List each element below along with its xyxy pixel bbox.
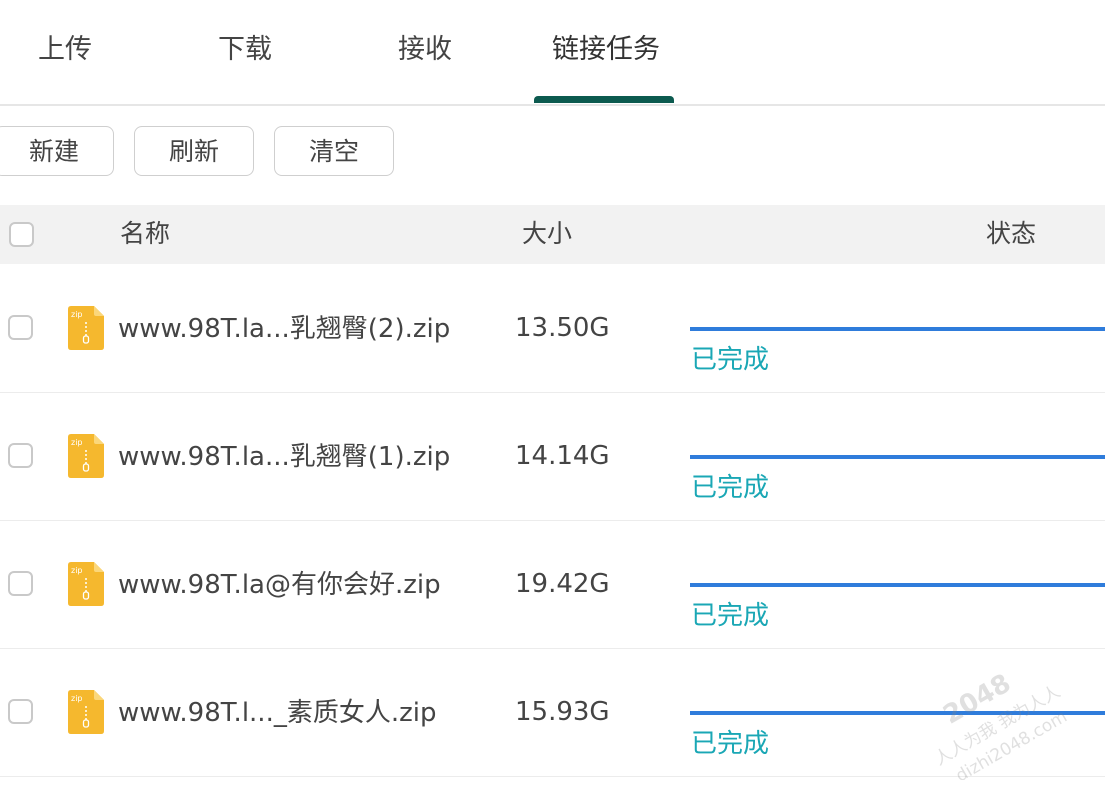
tab-receive[interactable]: 接收: [398, 30, 452, 70]
progress-bar: [690, 455, 1105, 459]
status-text: 已完成: [691, 473, 770, 503]
table-header: 名称 大小 状态: [0, 205, 1105, 264]
row-checkbox[interactable]: [8, 443, 33, 468]
progress-bar: [690, 711, 1105, 715]
column-header-name[interactable]: 名称: [120, 218, 170, 250]
toolbar: 新建 刷新 清空: [0, 126, 1105, 178]
file-name[interactable]: www.98T.la...乳翘臀(2).zip: [118, 312, 450, 346]
table-row[interactable]: zip www.98T.la...乳翘臀(2).zip 13.50G 已完成: [0, 265, 1105, 393]
file-name[interactable]: www.98T.la...乳翘臀(1).zip: [118, 440, 450, 474]
status-text: 已完成: [691, 345, 770, 375]
zip-file-icon: zip: [68, 434, 104, 478]
tab-download[interactable]: 下载: [218, 30, 272, 70]
file-name[interactable]: www.98T.la@有你会好.zip: [118, 568, 441, 602]
zip-file-icon: zip: [68, 562, 104, 606]
row-checkbox[interactable]: [8, 315, 33, 340]
select-all-checkbox[interactable]: [9, 222, 34, 247]
status-text: 已完成: [691, 601, 770, 631]
svg-text:zip: zip: [71, 310, 83, 319]
refresh-button[interactable]: 刷新: [134, 126, 254, 176]
table-row[interactable]: zip www.98T.la@有你会好.zip 19.42G 已完成: [0, 521, 1105, 649]
clear-button[interactable]: 清空: [274, 126, 394, 176]
tab-link-tasks[interactable]: 链接任务: [552, 30, 660, 70]
column-header-status[interactable]: 状态: [986, 218, 1036, 250]
zip-file-icon: zip: [68, 690, 104, 734]
svg-text:zip: zip: [71, 566, 83, 575]
file-size: 13.50G: [515, 313, 610, 343]
table-row[interactable]: zip www.98T.la...乳翘臀(1).zip 14.14G 已完成: [0, 393, 1105, 521]
row-checkbox[interactable]: [8, 699, 33, 724]
tab-upload[interactable]: 上传: [38, 30, 92, 70]
progress-bar: [690, 327, 1105, 331]
column-header-size[interactable]: 大小: [522, 218, 572, 250]
svg-text:zip: zip: [71, 694, 83, 703]
svg-text:zip: zip: [71, 438, 83, 447]
link-tasks-page: 上传 下载 接收 链接任务 新建 刷新 清空 名称 大小 状态 zip www.…: [0, 0, 1105, 786]
file-size: 14.14G: [515, 441, 610, 471]
table-row[interactable]: zip www.98T.l..._素质女人.zip 15.93G 已完成: [0, 649, 1105, 777]
new-button[interactable]: 新建: [0, 126, 114, 176]
file-size: 15.93G: [515, 697, 610, 727]
row-checkbox[interactable]: [8, 571, 33, 596]
file-name[interactable]: www.98T.l..._素质女人.zip: [118, 696, 436, 730]
progress-bar: [690, 583, 1105, 587]
file-size: 19.42G: [515, 569, 610, 599]
zip-file-icon: zip: [68, 306, 104, 350]
status-text: 已完成: [691, 729, 770, 759]
active-tab-indicator: [534, 96, 674, 103]
tab-bar: 上传 下载 接收 链接任务: [0, 0, 1105, 106]
